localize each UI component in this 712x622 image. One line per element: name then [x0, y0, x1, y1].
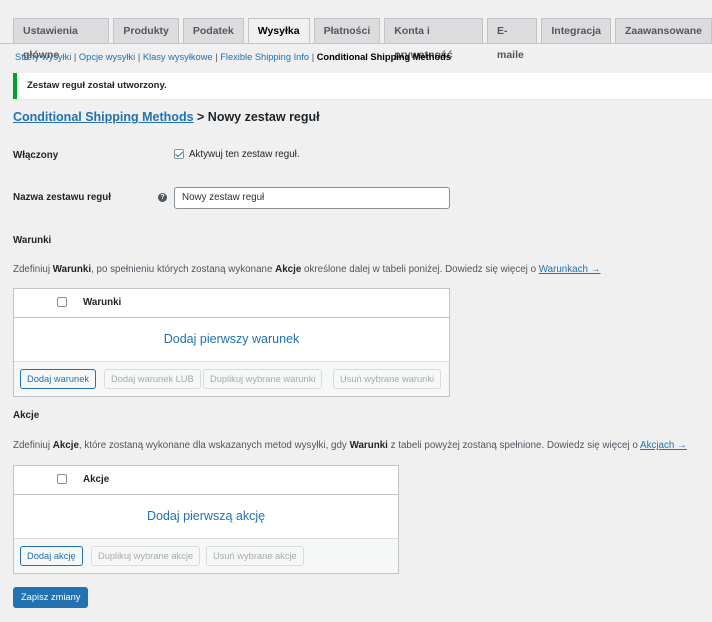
subnav-shipping-options[interactable]: Opcje wysyłki — [79, 52, 135, 62]
desc-text: Zdefiniuj — [13, 264, 51, 275]
actions-column-header: Akcje — [83, 474, 110, 485]
subnav-flexible-shipping-info[interactable]: Flexible Shipping Info — [220, 52, 309, 62]
actions-heading: Akcje — [13, 410, 40, 421]
desc-bold: Akcje — [52, 440, 79, 451]
conditions-learn-more-link[interactable]: Warunkach → — [539, 264, 601, 275]
subnav-separator: | — [215, 52, 218, 62]
tab-emails[interactable]: E-maile — [487, 18, 538, 61]
actions-table-header: Akcje — [14, 466, 398, 495]
desc-text: Zdefiniuj — [13, 440, 51, 451]
conditions-table: Warunki Dodaj pierwszy warunek Dodaj war… — [13, 288, 450, 397]
enable-ruleset-checkbox[interactable] — [174, 149, 184, 160]
desc-bold: Akcje — [275, 264, 302, 275]
enabled-label: Włączony — [13, 150, 59, 161]
desc-text: , które zostaną wykonane dla wskazanych … — [78, 440, 347, 451]
duplicate-conditions-button[interactable]: Duplikuj wybrane warunki — [203, 369, 323, 389]
select-all-actions-checkbox[interactable] — [57, 474, 67, 484]
actions-learn-more-link[interactable]: Akcjach → — [640, 440, 687, 451]
actions-table: Akcje Dodaj pierwszą akcję Dodaj akcję D… — [13, 465, 399, 574]
actions-description: Zdefiniuj Akcje, które zostaną wykonane … — [13, 440, 687, 451]
subnav-separator: | — [137, 52, 141, 62]
breadcrumb-link[interactable]: Conditional Shipping Methods — [13, 110, 194, 124]
add-action-button[interactable]: Dodaj akcję — [20, 546, 83, 566]
help-icon[interactable]: ? — [158, 193, 167, 202]
subnav-shipping-zones[interactable]: Strefy wysyłki — [15, 52, 71, 62]
desc-text: , po spełnieniu których zostaną wykonane — [91, 264, 273, 275]
conditions-table-footer: Dodaj warunek Dodaj warunek LUB Duplikuj… — [14, 362, 449, 396]
actions-table-footer: Dodaj akcję Duplikuj wybrane akcje Usuń … — [14, 539, 398, 573]
page-title-text: > Nowy zestaw reguł — [197, 110, 320, 124]
conditions-heading: Warunki — [13, 235, 52, 246]
success-notice: Zestaw reguł został utworzony. — [13, 73, 712, 99]
add-first-condition-link[interactable]: Dodaj pierwszy warunek — [14, 318, 449, 362]
tab-tax[interactable]: Podatek — [182, 18, 244, 43]
tab-general[interactable]: Ustawienia główne — [13, 18, 110, 61]
add-condition-button[interactable]: Dodaj warunek — [20, 369, 97, 389]
conditions-column-header: Warunki — [83, 297, 122, 308]
shipping-subnav: Strefy wysyłki | Opcje wysyłki | Klasy w… — [15, 52, 451, 62]
add-or-condition-button[interactable]: Dodaj warunek LUB — [104, 369, 201, 389]
tab-advanced[interactable]: Zaawansowane — [614, 18, 712, 43]
tab-shipping[interactable]: Wysyłka — [247, 18, 310, 44]
ruleset-name-input[interactable]: Nowy zestaw reguł — [174, 187, 450, 209]
duplicate-actions-button[interactable]: Duplikuj wybrane akcje — [91, 546, 201, 566]
tab-accounts-privacy[interactable]: Konta i prywatność — [384, 18, 483, 61]
subnav-conditional-shipping-methods: Conditional Shipping Methods — [316, 52, 451, 62]
tabs-divider — [0, 43, 712, 44]
ruleset-name-label: Nazwa zestawu reguł — [13, 192, 111, 203]
delete-actions-button[interactable]: Usuń wybrane akcje — [206, 546, 304, 566]
tab-products[interactable]: Produkty — [113, 18, 179, 43]
desc-bold: Warunki — [349, 440, 388, 451]
desc-bold: Warunki — [52, 264, 92, 275]
enable-ruleset-option[interactable]: Aktywuj ten zestaw reguł. — [174, 149, 300, 160]
conditions-table-header: Warunki — [14, 289, 449, 318]
delete-conditions-button[interactable]: Usuń wybrane warunki — [333, 369, 442, 389]
settings-tabs: Ustawienia główne Produkty Podatek Wysył… — [13, 18, 712, 61]
select-all-conditions-checkbox[interactable] — [57, 297, 67, 307]
conditions-description: Zdefiniuj Warunki, po spełnieniu których… — [13, 264, 600, 275]
desc-text: z tabeli powyżej zostaną spełnione. Dowi… — [390, 440, 638, 451]
save-changes-button[interactable]: Zapisz zmiany — [13, 587, 89, 608]
tab-integration[interactable]: Integracja — [541, 18, 611, 43]
subnav-separator: | — [311, 52, 315, 62]
page-title: Conditional Shipping Methods > Nowy zest… — [13, 110, 320, 124]
enable-ruleset-checkbox-label: Aktywuj ten zestaw reguł. — [189, 149, 300, 160]
add-first-action-link[interactable]: Dodaj pierwszą akcję — [14, 495, 398, 539]
tab-payments[interactable]: Płatności — [313, 18, 381, 43]
desc-text: określone dalej w tabeli poniżej. Dowied… — [304, 264, 537, 275]
subnav-separator: | — [73, 52, 77, 62]
subnav-shipping-classes[interactable]: Klasy wysyłkowe — [143, 52, 213, 62]
